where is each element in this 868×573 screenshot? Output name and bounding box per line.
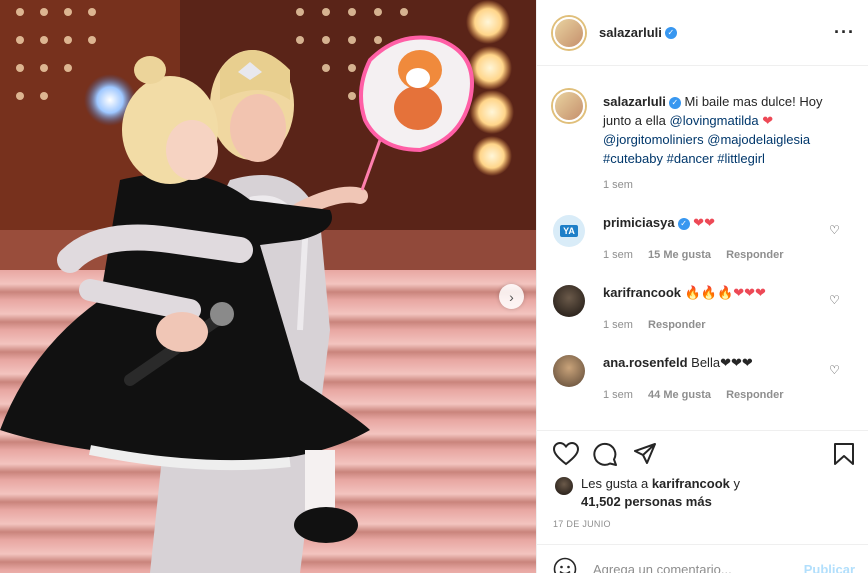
heart-emoji: ❤ — [762, 113, 774, 128]
comment-time[interactable]: 1 sem — [603, 389, 633, 401]
comment-time[interactable]: 1 sem — [603, 249, 633, 261]
comment-text-row: karifrancook 🔥🔥🔥❤❤❤ — [603, 285, 766, 301]
like-comment-heart-icon[interactable]: ♡ — [829, 223, 840, 237]
commenter-avatar[interactable]: YA — [553, 215, 585, 247]
comment-text: Bella❤❤❤ — [691, 355, 753, 370]
hashtag-link[interactable]: #dancer — [667, 151, 714, 166]
caption-time[interactable]: 1 sem — [603, 179, 633, 191]
comment-bubble-icon[interactable] — [593, 442, 618, 466]
chevron-right-icon: › — [509, 288, 514, 305]
liker-username[interactable]: karifrancook — [652, 476, 730, 491]
author-username[interactable]: salazarluli — [599, 25, 662, 40]
comments-list[interactable]: salazarluli ✓ Mi baile mas dulce! Hoy jun… — [537, 67, 868, 429]
comment-text-row: primiciasya ✓ ❤❤ — [603, 215, 715, 231]
caption: salazarluli ✓ Mi baile mas dulce! Hoy jun… — [603, 92, 853, 168]
commenter-username[interactable]: ana.rosenfeld — [603, 355, 688, 370]
post-actions: Les gusta a karifrancook y 41,502 person… — [537, 430, 868, 573]
commenter-avatar[interactable] — [553, 285, 585, 317]
comment-text-row: ana.rosenfeld Bella❤❤❤ — [603, 355, 753, 371]
publish-button[interactable]: Publicar — [804, 562, 855, 573]
verified-badge-icon: ✓ — [677, 217, 690, 230]
reply-button[interactable]: Responder — [648, 319, 705, 331]
comment-text: 🔥🔥🔥❤❤❤ — [684, 285, 766, 300]
verified-badge-icon: ✓ — [668, 96, 681, 109]
mention-link[interactable]: @lovingmatilda — [670, 113, 759, 128]
likes-count-button[interactable]: 41,502 personas más — [581, 494, 712, 509]
post-photo[interactable]: › — [0, 0, 536, 573]
like-heart-icon[interactable] — [553, 442, 579, 466]
comment-text: ❤❤ — [693, 215, 715, 230]
emoji-smiley-icon[interactable] — [553, 557, 577, 573]
caption-avatar[interactable] — [553, 90, 585, 122]
comment-meta: 1 sem 44 Me gusta Responder — [603, 389, 784, 401]
likes-summary: Les gusta a karifrancook y 41,502 person… — [581, 475, 740, 511]
reply-button[interactable]: Responder — [726, 389, 783, 401]
dancers-illustration — [0, 35, 474, 573]
avatar-logo-text: YA — [560, 225, 578, 237]
commenter-username[interactable]: karifrancook — [603, 285, 681, 300]
comment-meta: 1 sem 15 Me gusta Responder — [603, 249, 784, 261]
liker-avatar[interactable] — [555, 477, 573, 495]
mention-link[interactable]: @jorgitomoliniers — [603, 132, 704, 147]
post-date[interactable]: 17 DE JUNIO — [553, 519, 611, 529]
author-name-row: salazarluli ✓ — [599, 24, 677, 42]
comment-likes[interactable]: 44 Me gusta — [648, 389, 711, 401]
add-comment-bar: Agrega un comentario... Publicar — [537, 544, 868, 573]
more-options-icon[interactable]: ··· — [834, 22, 855, 43]
verified-badge-icon: ✓ — [664, 26, 677, 39]
comment-input[interactable]: Agrega un comentario... — [593, 562, 732, 573]
comment-time[interactable]: 1 sem — [603, 319, 633, 331]
next-photo-button[interactable]: › — [499, 284, 524, 309]
reply-button[interactable]: Responder — [726, 249, 783, 261]
caption-username[interactable]: salazarluli — [603, 94, 666, 109]
likes-middle: y — [729, 476, 740, 491]
share-paper-plane-icon[interactable] — [633, 442, 657, 466]
post-details-panel: salazarluli ✓ ··· salazarluli ✓ Mi baile m… — [536, 0, 868, 573]
like-comment-heart-icon[interactable]: ♡ — [829, 293, 840, 307]
mention-link[interactable]: @majodelaiglesia — [707, 132, 810, 147]
save-bookmark-icon[interactable] — [833, 442, 855, 466]
post-header: salazarluli ✓ ··· — [537, 0, 868, 66]
likes-prefix: Les gusta a — [581, 476, 652, 491]
hashtag-link[interactable]: #cutebaby — [603, 151, 663, 166]
comment-likes[interactable]: 15 Me gusta — [648, 249, 711, 261]
commenter-username[interactable]: primiciasya — [603, 215, 675, 230]
like-comment-heart-icon[interactable]: ♡ — [829, 363, 840, 377]
comment-meta: 1 sem Responder — [603, 319, 706, 331]
hashtag-link[interactable]: #littlegirl — [717, 151, 765, 166]
author-avatar[interactable] — [553, 17, 585, 49]
commenter-avatar[interactable] — [553, 355, 585, 387]
